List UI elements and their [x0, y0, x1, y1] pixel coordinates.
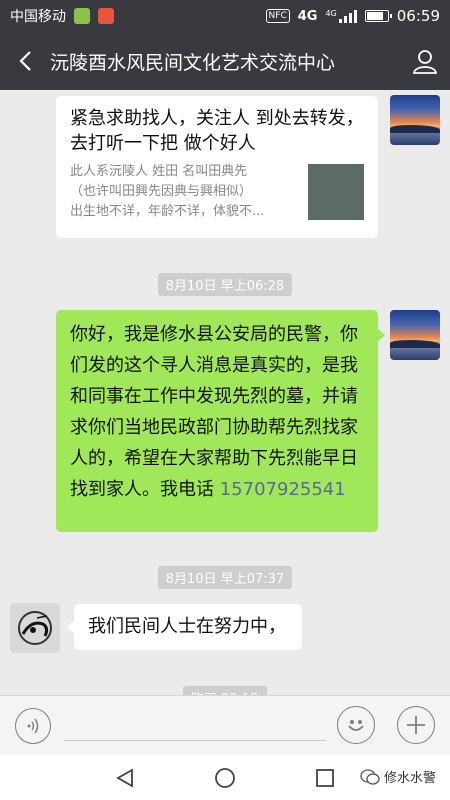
- nav-recents-button[interactable]: [295, 755, 355, 800]
- page-title: 沅陵酉水风民间文化艺术交流中心: [50, 51, 336, 74]
- card-desc-line: 此人系沅陵人 姓田 名叫田典先: [70, 164, 248, 179]
- voice-icon: [27, 718, 39, 734]
- shared-article-card[interactable]: 紧急求助找人，关注人 到处去转发，去打听一下把 做个好人 此人系沅陵人 姓田 名…: [56, 96, 378, 238]
- person-icon: [412, 50, 438, 74]
- carrier-label: 中国移动: [10, 9, 66, 25]
- phone-link[interactable]: 15707925541: [220, 479, 346, 500]
- map-pin-icon: [98, 8, 114, 24]
- wechat-icon: [360, 768, 380, 785]
- ink-painting-icon: [18, 611, 52, 645]
- more-button[interactable]: [397, 706, 435, 744]
- square-recents-icon: [316, 768, 334, 787]
- nfc-icon: NFC: [265, 9, 290, 23]
- network-label: 4G: [297, 8, 318, 24]
- watermark-label: 修水水警: [383, 771, 436, 786]
- chevron-left-icon: [19, 51, 31, 71]
- card-description: 此人系沅陵人 姓田 名叫田典先 （也许叫田興先因典与興相似） 出生地不详，年龄不…: [70, 162, 300, 222]
- network-small-label: 4G: [325, 9, 337, 18]
- message-input[interactable]: [64, 740, 326, 741]
- input-bar: [0, 695, 450, 755]
- chat-area[interactable]: 紧急求助找人，关注人 到处去转发，去打听一下把 做个好人 此人系沅陵人 姓田 名…: [0, 90, 450, 695]
- card-title: 紧急求助找人，关注人 到处去转发，去打听一下把 做个好人: [70, 108, 364, 154]
- emoji-button[interactable]: [337, 706, 375, 744]
- card-desc-line: 出生地不详，年龄不详，体貌不...: [70, 204, 265, 219]
- battery-icon: [364, 10, 392, 22]
- account-watermark: 修水水警: [360, 767, 436, 786]
- avatar[interactable]: [390, 95, 440, 145]
- circle-home-icon: [215, 767, 235, 788]
- status-bar: 中国移动 NFC 4G 4G 06:59: [0, 0, 450, 32]
- message-text: 我们民间人士在努力中，: [88, 616, 286, 637]
- avatar[interactable]: [10, 603, 60, 653]
- plus-icon: [407, 716, 425, 734]
- back-button[interactable]: [0, 32, 50, 90]
- avatar[interactable]: [390, 310, 440, 360]
- signal-icon: 4G: [325, 9, 357, 23]
- timestamp: 8月10日 早上07:37: [0, 566, 450, 589]
- nav-home-button[interactable]: [195, 755, 255, 800]
- nav-back-button[interactable]: [95, 755, 155, 800]
- battery-fill: [366, 12, 383, 20]
- timestamp: 8月10日 早上06:28: [0, 273, 450, 296]
- card-thumbnail: [308, 164, 364, 220]
- profile-button[interactable]: [400, 32, 450, 90]
- message-text: 你好，我是修水县公安局的民警，你们发的这个寻人消息是真实的，是我和同事在工作中发…: [70, 324, 358, 500]
- triangle-back-icon: [116, 767, 133, 788]
- title-bar: 沅陵酉水风民间文化艺术交流中心: [0, 32, 450, 90]
- android-icon: [74, 8, 90, 24]
- timestamp: 昨天 22:15: [183, 686, 267, 695]
- navigation-bar: 修水水警: [0, 755, 450, 800]
- voice-button[interactable]: [15, 708, 51, 744]
- received-message-bubble[interactable]: 我们民间人士在努力中，: [67, 604, 302, 650]
- card-desc-line: （也许叫田興先因典与興相似）: [70, 184, 253, 199]
- sent-message-bubble[interactable]: 你好，我是修水县公安局的民警，你们发的这个寻人消息是真实的，是我和同事在工作中发…: [56, 310, 385, 532]
- clock: 06:59: [396, 7, 440, 25]
- smiley-icon: [348, 720, 364, 731]
